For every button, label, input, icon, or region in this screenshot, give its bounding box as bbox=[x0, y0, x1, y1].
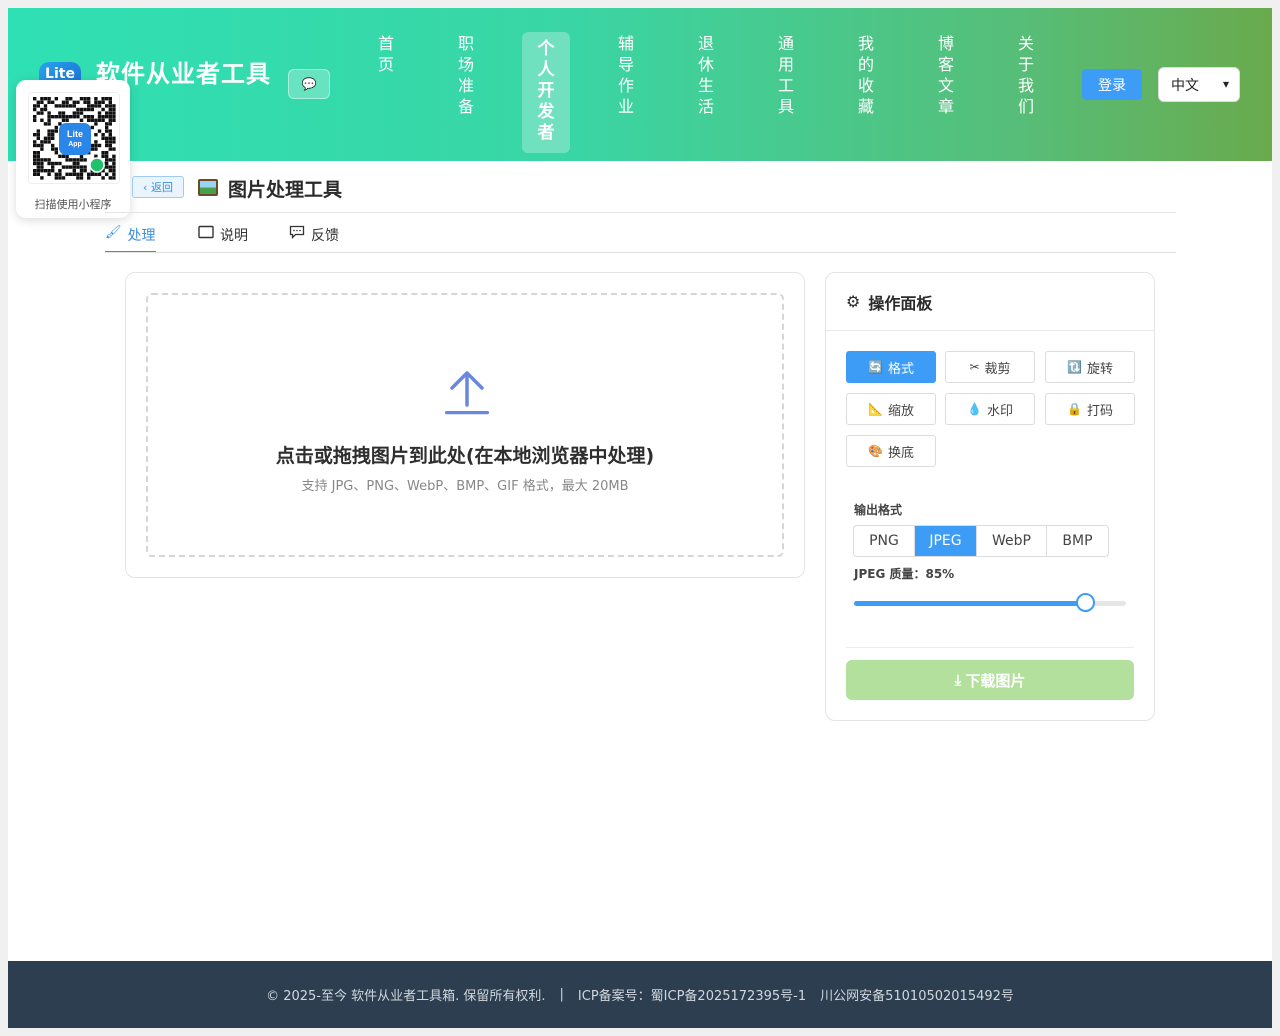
nav-label: 退休生活 bbox=[697, 34, 714, 116]
nav-label: 通用工具 bbox=[777, 34, 794, 116]
download-icon: ⤓ bbox=[954, 671, 962, 689]
chevron-left-icon: ‹ bbox=[143, 180, 148, 194]
nav-item-0[interactable]: 首页 bbox=[362, 32, 410, 75]
tool-button-6[interactable]: 🎨 换底 bbox=[846, 435, 936, 467]
nav-label: 我的收藏 bbox=[857, 34, 874, 116]
nav-label: 辅导作业 bbox=[617, 34, 634, 116]
language-value: 中文 bbox=[1171, 77, 1199, 94]
chat-button[interactable]: 💬 bbox=[288, 69, 330, 99]
quality-label: JPEG 质量：85% bbox=[854, 567, 955, 581]
nav-item-5[interactable]: 通用工具 bbox=[762, 32, 810, 117]
quality-slider[interactable] bbox=[854, 593, 1126, 612]
download-button[interactable]: ⤓ 下载图片 bbox=[846, 660, 1134, 700]
tab-label: 说明 bbox=[220, 228, 248, 244]
upload-dropzone[interactable]: 点击或拖拽图片到此处(在本地浏览器中处理) 支持 JPG、PNG、WebP、BM… bbox=[146, 293, 784, 557]
nav-label: 个人开发者 bbox=[537, 39, 555, 143]
nav-label: 关于我们 bbox=[1017, 34, 1034, 116]
nav-item-7[interactable]: 博客文章 bbox=[922, 32, 970, 117]
format-option-0[interactable]: PNG bbox=[854, 526, 915, 556]
upload-card: 点击或拖拽图片到此处(在本地浏览器中处理) 支持 JPG、PNG、WebP、BM… bbox=[125, 272, 805, 578]
qr-badge-text: Lite bbox=[67, 129, 83, 139]
footer-separator: | bbox=[559, 987, 564, 1002]
tabs-divider bbox=[105, 252, 1176, 253]
chevron-down-icon: ▾ bbox=[1222, 77, 1229, 91]
nav-label: 博客文章 bbox=[937, 34, 954, 116]
panel-header: ⚙ 操作面板 bbox=[826, 273, 1154, 331]
slider-thumb[interactable] bbox=[1076, 593, 1096, 612]
tool-label: 格式 bbox=[887, 361, 914, 377]
format-option-2[interactable]: WebP bbox=[977, 526, 1047, 556]
qr-caption: 扫描使用小程序 bbox=[34, 198, 112, 211]
tool-label: 裁剪 bbox=[984, 361, 1011, 377]
tool-button-4[interactable]: 💧 水印 bbox=[945, 393, 1035, 425]
site-footer: © 2025-至今 软件从业者工具箱. 保留所有权利. | ICP备案号：蜀IC… bbox=[8, 961, 1272, 1028]
page-frame: Lite 软件从业者工具 💬 首页 职场准备 个人开发者 辅导作业 退休生活 通用工具 我的… bbox=[8, 8, 1272, 1028]
tool-label: 水印 bbox=[986, 403, 1013, 419]
tool-icon: 🔃 bbox=[1067, 360, 1082, 374]
dropzone-subtitle: 支持 JPG、PNG、WebP、BMP、GIF 格式，最大 20MB bbox=[301, 479, 629, 494]
tool-label: 打码 bbox=[1086, 403, 1113, 419]
slider-fill bbox=[854, 601, 1086, 606]
upload-icon bbox=[445, 371, 489, 415]
panel-title: 操作面板 bbox=[868, 293, 933, 313]
miniprogram-qr-popup: Lite App 扫描使用小程序 bbox=[16, 80, 130, 218]
page-title: 图片处理工具 bbox=[228, 179, 343, 201]
chat-icon: 💬 bbox=[301, 77, 317, 91]
tool-label: 缩放 bbox=[887, 403, 914, 419]
tool-button-1[interactable]: ✂ 裁剪 bbox=[945, 351, 1035, 383]
nav-item-1[interactable]: 职场准备 bbox=[442, 32, 490, 117]
format-option-1[interactable]: JPEG bbox=[915, 526, 977, 556]
back-button[interactable]: ‹ 返回 bbox=[132, 176, 184, 198]
nav-label: 首页 bbox=[377, 34, 394, 74]
tool-icon: 💧 bbox=[967, 402, 982, 416]
tool-button-5[interactable]: 🔒 打码 bbox=[1045, 393, 1135, 425]
brush-icon: 🖌 bbox=[105, 225, 122, 240]
output-format-label: 输出格式 bbox=[854, 503, 903, 517]
tab-instructions[interactable]: 说明 bbox=[198, 225, 248, 253]
site-header: Lite 软件从业者工具 💬 首页 职场准备 个人开发者 辅导作业 退休生活 通用工具 我的… bbox=[8, 8, 1272, 161]
download-label: 下载图片 bbox=[965, 671, 1026, 690]
back-label: 返回 bbox=[150, 181, 173, 194]
picture-icon bbox=[198, 179, 218, 196]
tool-icon: 📐 bbox=[868, 402, 883, 416]
format-segmented-control: PNG JPEG WebP BMP bbox=[853, 525, 1109, 557]
tool-icon: 🎨 bbox=[868, 444, 883, 458]
language-select[interactable]: 中文 ▾ bbox=[1158, 67, 1240, 102]
police-record-link[interactable]: 川公网安备51010502015492号 bbox=[820, 985, 1014, 1004]
icp-link[interactable]: ICP备案号：蜀ICP备2025172395号-1 bbox=[578, 985, 806, 1004]
tool-button-2[interactable]: 🔃 旋转 bbox=[1045, 351, 1135, 383]
qr-code-image: Lite App bbox=[28, 92, 120, 184]
divider bbox=[846, 647, 1134, 648]
login-button[interactable]: 登录 bbox=[1082, 69, 1142, 100]
tool-icon: 🔄 bbox=[868, 360, 883, 374]
format-option-3[interactable]: BMP bbox=[1047, 526, 1108, 556]
copyright-text: © 2025-至今 软件从业者工具箱. 保留所有权利. bbox=[266, 989, 546, 1004]
tool-icon: ✂ bbox=[969, 360, 980, 374]
tool-label: 换底 bbox=[887, 445, 914, 461]
divider bbox=[105, 212, 1176, 213]
nav-label: 职场准备 bbox=[457, 34, 474, 116]
tool-button-0[interactable]: 🔄 格式 bbox=[846, 351, 936, 383]
tool-label: 旋转 bbox=[1086, 361, 1113, 377]
operation-panel: ⚙ 操作面板 🔄 格式 ✂ 裁剪 🔃 旋转 📐 缩放 💧 水印 🔒 打码 🎨 换底 输出格式 PNG JPE… bbox=[825, 272, 1155, 721]
tab-label: 处理 bbox=[127, 228, 156, 244]
tool-icon: 🔒 bbox=[1067, 402, 1082, 416]
tool-button-3[interactable]: 📐 缩放 bbox=[846, 393, 936, 425]
nav-item-2[interactable]: 个人开发者 bbox=[522, 32, 570, 153]
nav-item-8[interactable]: 关于我们 bbox=[1002, 32, 1050, 117]
comment-icon bbox=[289, 225, 305, 243]
tab-label: 反馈 bbox=[311, 228, 339, 244]
nav-item-3[interactable]: 辅导作业 bbox=[602, 32, 650, 117]
gear-icon: ⚙ bbox=[846, 292, 861, 311]
nav-item-4[interactable]: 退休生活 bbox=[682, 32, 730, 117]
nav-item-6[interactable]: 我的收藏 bbox=[842, 32, 890, 117]
dropzone-title: 点击或拖拽图片到此处(在本地浏览器中处理) bbox=[275, 445, 655, 467]
tab-feedback[interactable]: 反馈 bbox=[289, 225, 339, 253]
qr-badge-text: App bbox=[68, 141, 82, 148]
tab-process[interactable]: 🖌 处理 bbox=[105, 225, 156, 253]
book-icon bbox=[198, 225, 214, 243]
